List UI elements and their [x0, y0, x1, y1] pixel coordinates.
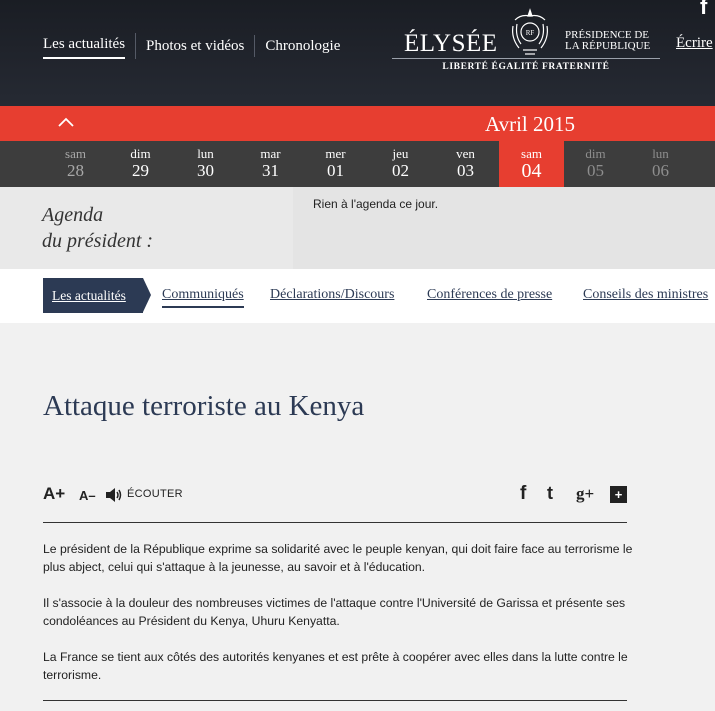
logo-presidence: PRÉSIDENCE DE LA RÉPUBLIQUE [565, 30, 665, 52]
chevron-up-icon[interactable] [57, 114, 75, 132]
agenda-title-line1: Agenda [42, 204, 104, 226]
subnav-tab-conferences[interactable]: Conférences de presse [427, 287, 552, 303]
logo-presidence-line2: LA RÉPUBLIQUE [565, 40, 651, 52]
logo-divider [392, 58, 660, 59]
logo-motto: LIBERTÉ ÉGALITÉ FRATERNITÉ [442, 62, 610, 72]
subnav-tab-conseils[interactable]: Conseils des ministres [583, 287, 708, 303]
day-name: jeu [392, 146, 409, 161]
svg-text:RF: RF [526, 29, 535, 37]
listen-button[interactable]: ÉCOUTER [127, 488, 183, 500]
day-name: dim [585, 146, 606, 161]
day-item[interactable]: lun 06 [628, 141, 693, 187]
increase-font-button[interactable]: A+ [43, 484, 65, 504]
twitter-share-icon[interactable]: t [547, 483, 553, 504]
article-divider-top [43, 522, 627, 523]
day-item[interactable]: mer 01 [303, 141, 368, 187]
day-number: 31 [262, 161, 279, 180]
day-name: sam [521, 146, 542, 161]
nav-link-actualites[interactable]: Les actualités [43, 33, 126, 59]
nav-item-actualites[interactable]: Les actualités [43, 33, 137, 59]
day-name: lun [197, 146, 214, 161]
day-number: 02 [392, 161, 409, 180]
article-paragraph: Le président de la République exprime sa… [43, 542, 633, 574]
day-number: 29 [132, 161, 149, 180]
subnav-tab-declarations[interactable]: Déclarations/Discours [270, 287, 394, 303]
day-item[interactable]: sam 28 [43, 141, 108, 187]
day-number: 30 [197, 161, 214, 180]
day-name: dim [130, 146, 151, 161]
more-share-button[interactable]: + [610, 486, 627, 503]
day-name: mar [260, 146, 281, 161]
agenda-title: Agenda du président : [42, 202, 153, 254]
facebook-share-icon[interactable]: f [520, 483, 526, 505]
day-item[interactable]: mar 31 [238, 141, 303, 187]
article-paragraph: La France se tient aux côtés des autorit… [43, 650, 628, 682]
ecrire-link[interactable]: Écrire [676, 35, 713, 52]
speaker-icon[interactable] [104, 486, 124, 504]
nav-item-chronologie[interactable]: Chronologie [255, 35, 350, 57]
day-item[interactable]: dim 29 [108, 141, 173, 187]
day-item[interactable]: jeu 02 [368, 141, 433, 187]
main-nav: Les actualités Photos et vidéos Chronolo… [43, 33, 350, 59]
decrease-font-button[interactable]: A– [79, 488, 96, 503]
day-name: lun [652, 146, 669, 161]
subnav-tab-actualites[interactable]: Les actualités [43, 278, 151, 313]
republic-emblem-icon: RF [512, 8, 548, 55]
googleplus-share-icon[interactable]: g+ [576, 484, 594, 504]
day-name: ven [456, 146, 475, 161]
day-item[interactable]: lun 30 [173, 141, 238, 187]
logo-name: ÉLYSÉE [404, 30, 498, 57]
day-name: sam [65, 146, 86, 161]
day-number: 05 [587, 161, 604, 180]
facebook-top-icon[interactable]: f [700, 0, 707, 20]
day-number: 03 [457, 161, 474, 180]
nav-link-chronologie[interactable]: Chronologie [265, 35, 340, 57]
day-number: 01 [327, 161, 344, 180]
day-item-selected[interactable]: sam 04 [499, 141, 564, 195]
nav-link-photos-videos[interactable]: Photos et vidéos [146, 35, 244, 57]
day-number: 06 [652, 161, 669, 180]
day-name: mer [325, 146, 346, 161]
subnav-tab-communiques[interactable]: Communiqués [162, 287, 244, 308]
article-title: Attaque terroriste au Kenya [43, 390, 365, 422]
agenda-empty-message: Rien à l'agenda ce jour. [313, 197, 439, 211]
nav-item-photos-videos[interactable]: Photos et vidéos [136, 35, 256, 57]
day-item[interactable]: ven 03 [433, 141, 498, 187]
article-divider-bottom [43, 700, 627, 701]
day-number: 04 [521, 160, 542, 182]
current-month: Avril 2015 [485, 112, 576, 136]
article-paragraph: Il s'associe à la douleur des nombreuses… [43, 596, 626, 628]
month-bar [0, 106, 715, 141]
elysee-logo[interactable]: ÉLYSÉE RF PRÉSIDENCE DE LA RÉPUBLIQUE LIB… [392, 6, 672, 76]
agenda-title-line2: du président : [42, 230, 154, 252]
day-number: 28 [67, 161, 84, 180]
day-item[interactable]: dim 05 [563, 141, 628, 187]
